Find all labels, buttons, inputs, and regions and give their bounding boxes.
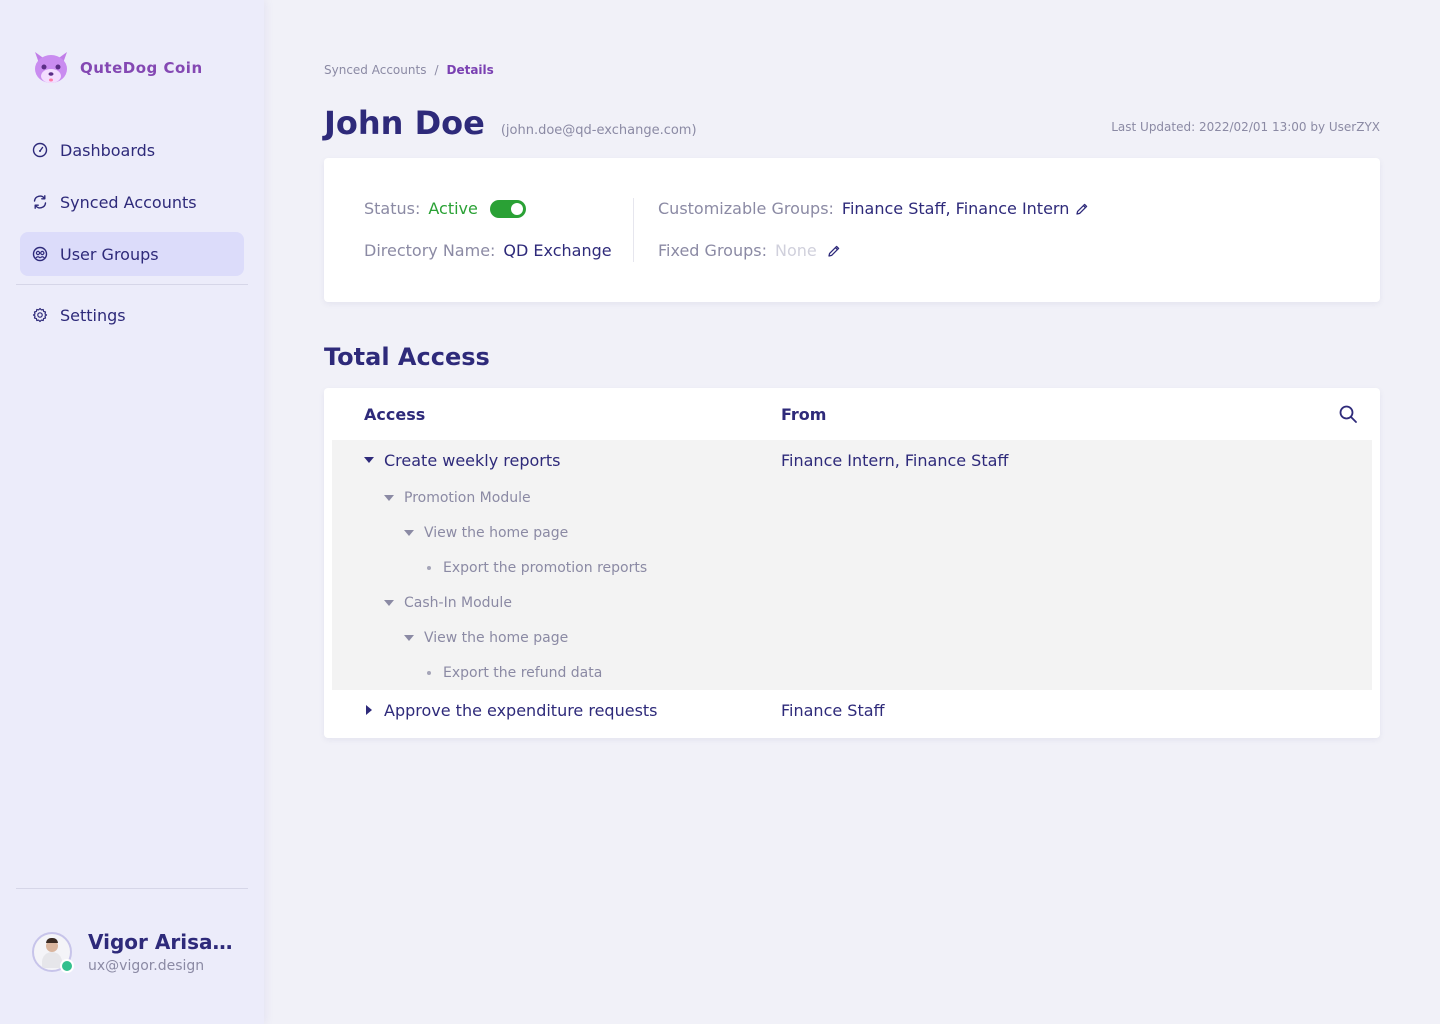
online-status-indicator [60,959,74,973]
breadcrumb: Synced Accounts / Details [324,63,494,77]
bullet-icon [427,670,431,675]
directory-label: Directory Name: [364,241,496,260]
status-field: Status: Active [364,199,526,218]
breadcrumb-current: Details [446,63,494,77]
column-header-from[interactable]: From [781,405,826,424]
fixed-groups-label: Fixed Groups: [658,241,767,260]
caret-down-icon[interactable] [384,494,394,502]
nav-divider [16,284,248,285]
access-name: Create weekly reports [384,450,561,470]
brand[interactable]: QuteDog Coin [32,50,203,86]
customizable-groups-field: Customizable Groups: Finance Staff, Fina… [658,199,1089,218]
users-icon [32,246,48,262]
caret-down-icon[interactable] [384,599,394,607]
tree-item[interactable]: View the home page [404,515,568,550]
tree-item[interactable]: View the home page [404,620,568,655]
sidebar-item-settings[interactable]: Settings [20,293,244,337]
sidebar-item-user-groups[interactable]: User Groups [20,232,244,276]
tree-item[interactable]: Cash-In Module [384,585,512,620]
last-updated: Last Updated: 2022/02/01 13:00 by UserZY… [1111,120,1380,134]
profile-name: Vigor Arisan... [88,930,238,954]
sidebar-item-label: Synced Accounts [60,192,197,212]
breadcrumb-parent-link[interactable]: Synced Accounts [324,63,426,77]
customizable-groups-label: Customizable Groups: [658,199,834,218]
caret-right-icon[interactable] [364,705,374,715]
avatar-hair [46,938,58,943]
avatar[interactable] [32,932,74,973]
user-email: (john.doe@qd-exchange.com) [500,123,697,138]
sidebar-item-dashboards[interactable]: Dashboards [20,128,244,172]
breadcrumb-separator: / [434,63,439,77]
access-table: Access From Create weekly reports Financ… [324,388,1380,738]
gauge-icon [32,142,48,158]
caret-down-icon[interactable] [404,634,414,642]
sidebar-item-label: Settings [60,305,126,325]
status-label: Status: [364,199,421,218]
table-row[interactable]: Create weekly reports Finance Intern, Fi… [324,442,1380,478]
caret-down-icon[interactable] [364,455,374,465]
access-name: Approve the expenditure requests [384,700,658,720]
user-profile[interactable]: Vigor Arisan... ux@vigor.design [32,930,238,974]
customizable-groups-value: Finance Staff, Finance Intern [841,199,1070,218]
sidebar: QuteDog Coin Dashboards Synced Accounts [0,0,264,1024]
page-title: John Doe [324,104,485,142]
tree-item-label: Promotion Module [404,489,531,506]
tree-item-label: View the home page [424,524,569,541]
edit-fixed-groups-pencil-icon[interactable] [827,244,841,258]
tree-item: Export the promotion reports [424,550,647,585]
caret-down-icon[interactable] [404,529,414,537]
access-from: Finance Staff [781,700,885,720]
fox-logo-icon [35,52,67,83]
sidebar-item-synced-accounts[interactable]: Synced Accounts [20,180,244,224]
profile-email: ux@vigor.design [88,958,205,974]
brand-name: QuteDog Coin [80,59,203,77]
sidebar-nav: Dashboards Synced Accounts User Groups S… [16,128,248,345]
tree-item-label: View the home page [424,629,569,646]
fixed-groups-value: None [774,241,817,260]
bullet-icon [427,565,431,570]
page-header: John Doe (john.doe@qd-exchange.com) [324,104,697,142]
column-header-access[interactable]: Access [364,405,425,424]
profile-divider [16,888,248,889]
directory-value: QD Exchange [503,241,612,260]
tree-item[interactable]: Promotion Module [384,480,531,515]
card-divider [633,198,634,262]
tree-item-label: Export the refund data [443,664,603,681]
status-toggle[interactable] [489,199,526,218]
details-card: Status: Active Directory Name: QD Exchan… [324,158,1380,302]
search-icon[interactable] [1338,404,1358,424]
sidebar-item-label: Dashboards [60,140,156,160]
avatar-body [42,952,62,968]
table-row[interactable]: Approve the expenditure requests Finance… [324,692,1380,728]
tree-item-label: Export the promotion reports [443,559,648,576]
directory-field: Directory Name: QD Exchange [364,241,612,260]
fixed-groups-field: Fixed Groups: None [658,241,841,260]
gear-icon [32,307,48,323]
access-from: Finance Intern, Finance Staff [781,450,1009,470]
profile-info: Vigor Arisan... ux@vigor.design [88,930,238,974]
sidebar-item-label: User Groups [60,244,159,264]
sync-icon [33,195,47,209]
tree-item: Export the refund data [424,655,602,690]
status-value: Active [428,199,478,218]
tree-item-label: Cash-In Module [404,594,512,611]
section-title: Total Access [324,343,490,371]
edit-customizable-groups-pencil-icon[interactable] [1075,202,1089,216]
